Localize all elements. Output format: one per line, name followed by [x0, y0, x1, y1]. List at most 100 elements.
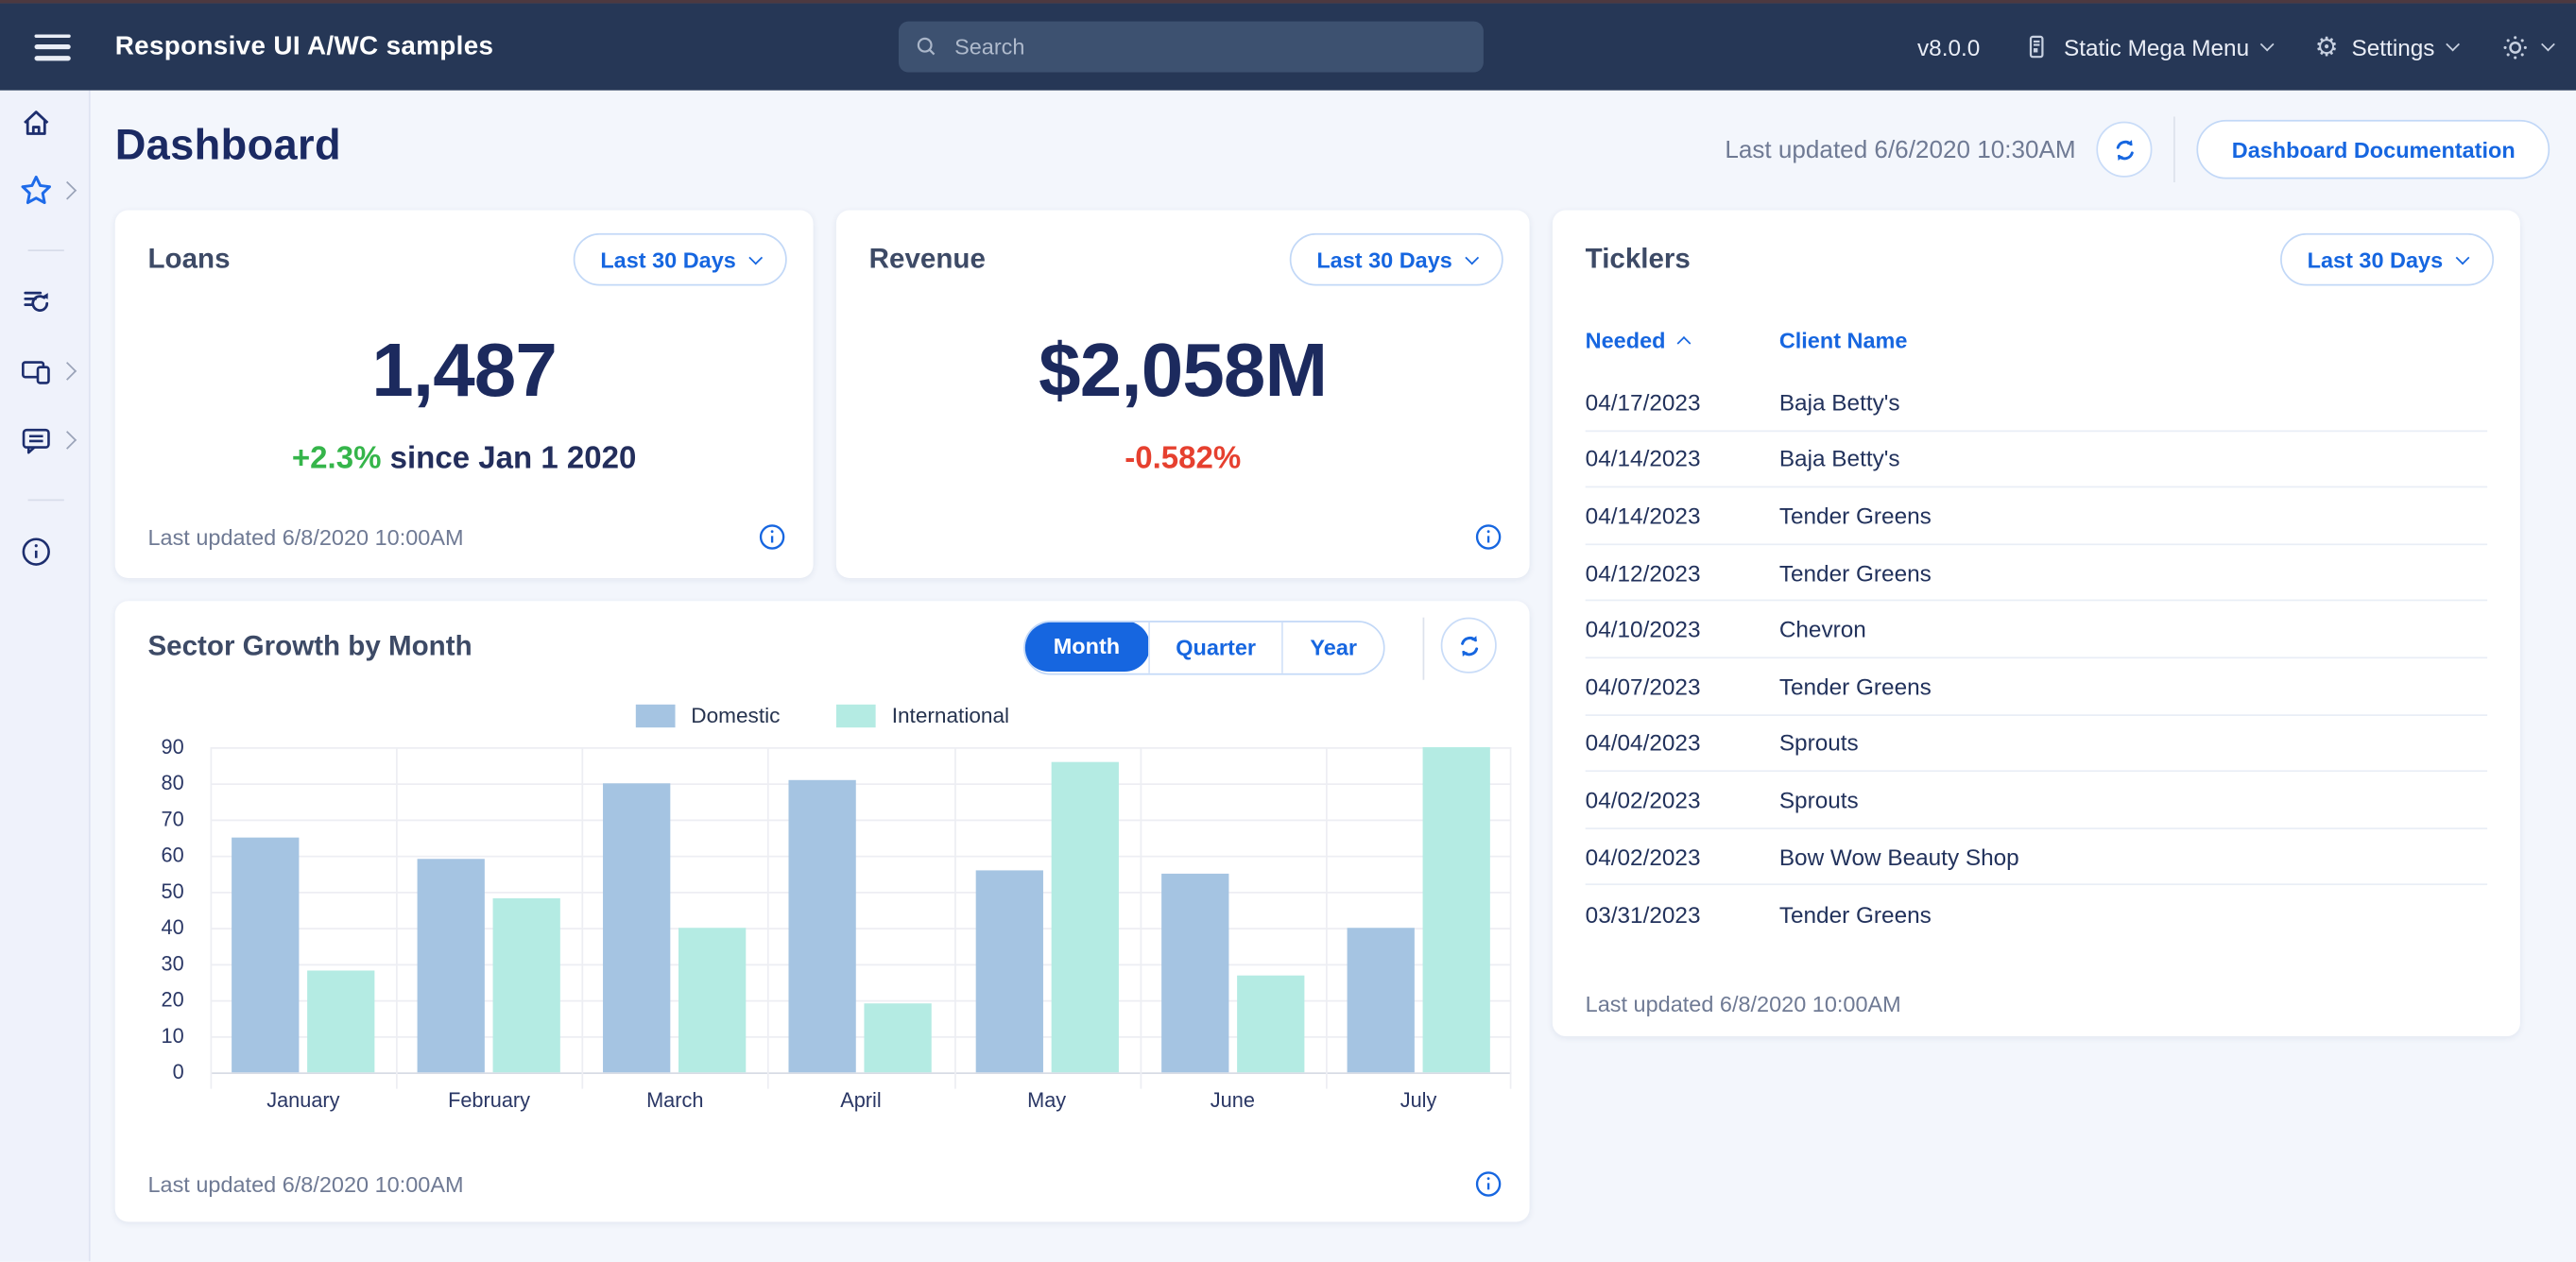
table-row[interactable]: 04/02/2023Sprouts — [1586, 772, 2487, 828]
y-tick-label: 80 — [162, 772, 184, 794]
needed-date-cell: 04/02/2023 — [1586, 787, 1779, 813]
bar-domestic-july[interactable] — [1347, 928, 1414, 1072]
table-row[interactable]: 04/04/2023Sprouts — [1586, 715, 2487, 772]
sector-growth-card: Sector Growth by Month MonthQuarterYear … — [115, 601, 1530, 1221]
legend-swatch — [836, 704, 876, 726]
chart-refresh-button[interactable] — [1441, 618, 1497, 674]
client-name-cell: Baja Betty's — [1779, 446, 1900, 472]
toggle-year[interactable]: Year — [1282, 622, 1383, 674]
page-header-actions: Last updated 6/6/2020 10:30AM Dashboard … — [1725, 116, 2550, 182]
needed-date-cell: 04/07/2023 — [1586, 673, 1779, 699]
settings-dropdown[interactable]: ⚙ Settings — [2315, 34, 2458, 60]
chevron-right-icon[interactable] — [58, 431, 77, 450]
mega-menu-label: Static Mega Menu — [2064, 34, 2249, 60]
client-name-cell: Tender Greens — [1779, 901, 1932, 928]
table-row[interactable]: 04/07/2023Tender Greens — [1586, 658, 2487, 715]
x-tick-label: February — [396, 1089, 582, 1112]
page-last-updated: Last updated 6/6/2020 10:30AM — [1725, 135, 2075, 163]
loans-delta-line: +2.3% since Jan 1 2020 — [115, 442, 814, 478]
sidebar-item-home[interactable] — [20, 107, 53, 140]
mega-menu-icon — [2022, 33, 2051, 61]
chevron-right-icon[interactable] — [58, 362, 77, 381]
table-row[interactable]: 04/10/2023Chevron — [1586, 602, 2487, 658]
sidebar-divider — [28, 500, 64, 502]
info-icon[interactable] — [1473, 522, 1503, 552]
info-icon[interactable] — [1473, 1169, 1503, 1199]
chart-range-toggle: MonthQuarterYear — [1023, 621, 1384, 674]
legend-label: Domestic — [691, 703, 780, 727]
table-row[interactable]: 04/17/2023Baja Betty's — [1586, 374, 2487, 431]
bar-international-april[interactable] — [865, 1004, 932, 1073]
bar-group-april — [768, 747, 954, 1072]
y-tick-label: 50 — [162, 880, 184, 903]
bar-domestic-april[interactable] — [789, 779, 856, 1072]
bar-international-june[interactable] — [1237, 975, 1304, 1072]
table-row[interactable]: 04/14/2023Baja Betty's — [1586, 432, 2487, 488]
sun-icon — [2500, 32, 2530, 61]
dashboard-documentation-button[interactable]: Dashboard Documentation — [2197, 120, 2550, 179]
refresh-button[interactable] — [2097, 122, 2153, 178]
sidebar-item-favorites[interactable] — [20, 174, 53, 207]
needed-date-cell: 04/14/2023 — [1586, 446, 1779, 472]
devices-icon — [20, 355, 53, 388]
revenue-value: $2,058M — [836, 325, 1530, 414]
chart-last-updated: Last updated 6/8/2020 10:00AM — [147, 1171, 463, 1196]
bar-group-february — [396, 747, 582, 1072]
toggle-month[interactable]: Month — [1023, 621, 1149, 672]
page-title: Dashboard — [115, 120, 341, 171]
revenue-range-dropdown[interactable]: Last 30 Days — [1290, 233, 1503, 286]
info-icon[interactable] — [757, 522, 786, 552]
table-row[interactable]: 03/31/2023Tender Greens — [1586, 886, 2487, 943]
revenue-range-label: Last 30 Days — [1316, 247, 1452, 272]
bar-international-february[interactable] — [493, 899, 560, 1073]
loans-delta-note: since Jan 1 2020 — [381, 442, 636, 477]
legend-item-domestic: Domestic — [635, 703, 780, 727]
refresh-icon — [2111, 135, 2139, 163]
needed-date-cell: 04/17/2023 — [1586, 389, 1779, 416]
refresh-icon — [1454, 631, 1483, 659]
bar-group-january — [211, 747, 397, 1072]
y-tick-label: 70 — [162, 808, 184, 830]
bar-domestic-may[interactable] — [975, 870, 1042, 1072]
table-row[interactable]: 04/02/2023Bow Wow Beauty Shop — [1586, 829, 2487, 886]
sidebar-item-messages[interactable] — [20, 424, 53, 457]
search-input[interactable] — [952, 33, 1468, 61]
bar-international-july[interactable] — [1422, 747, 1489, 1072]
legend-swatch — [635, 704, 675, 726]
bar-domestic-march[interactable] — [604, 783, 671, 1072]
table-row[interactable]: 04/14/2023Tender Greens — [1586, 488, 2487, 545]
x-tick-label: May — [953, 1089, 1140, 1112]
bar-domestic-february[interactable] — [418, 860, 485, 1073]
bar-domestic-january[interactable] — [232, 838, 299, 1073]
mega-menu-dropdown[interactable]: Static Mega Menu — [2022, 33, 2272, 61]
column-header-client-name[interactable]: Client Name — [1779, 329, 1908, 353]
top-navbar: Responsive UI A/WC samples v8.0.0 Static… — [0, 3, 2576, 90]
theme-switcher[interactable] — [2500, 32, 2553, 61]
chevron-right-icon[interactable] — [58, 181, 77, 200]
chevron-down-icon — [2541, 38, 2555, 52]
column-header-needed[interactable]: Needed — [1586, 329, 1779, 353]
revenue-delta: -0.582% — [1125, 442, 1241, 477]
y-tick-label: 20 — [162, 989, 184, 1012]
client-name-cell: Sprouts — [1779, 730, 1859, 757]
ticklers-table-body: 04/17/2023Baja Betty's04/14/2023Baja Bet… — [1586, 374, 2487, 942]
toggle-quarter[interactable]: Quarter — [1148, 622, 1282, 674]
bar-international-january[interactable] — [307, 971, 374, 1072]
star-icon — [20, 174, 53, 207]
bar-international-march[interactable] — [679, 928, 747, 1072]
needed-date-cell: 04/02/2023 — [1586, 844, 1779, 870]
table-row[interactable]: 04/12/2023Tender Greens — [1586, 545, 2487, 602]
sidebar-item-devices[interactable] — [20, 355, 53, 388]
search-box[interactable] — [899, 22, 1484, 73]
bar-domestic-june[interactable] — [1161, 874, 1228, 1072]
sidebar-item-reports[interactable] — [20, 286, 53, 319]
client-name-cell: Tender Greens — [1779, 503, 1932, 529]
hamburger-menu-icon[interactable] — [35, 34, 71, 60]
bar-international-may[interactable] — [1051, 761, 1118, 1072]
revenue-card-title: Revenue — [869, 243, 986, 276]
app-title: Responsive UI A/WC samples — [115, 32, 494, 61]
sidebar-item-about[interactable] — [20, 536, 53, 569]
loans-range-dropdown[interactable]: Last 30 Days — [575, 233, 787, 286]
x-tick-label: March — [582, 1089, 768, 1112]
ticklers-range-dropdown[interactable]: Last 30 Days — [2281, 233, 2494, 286]
